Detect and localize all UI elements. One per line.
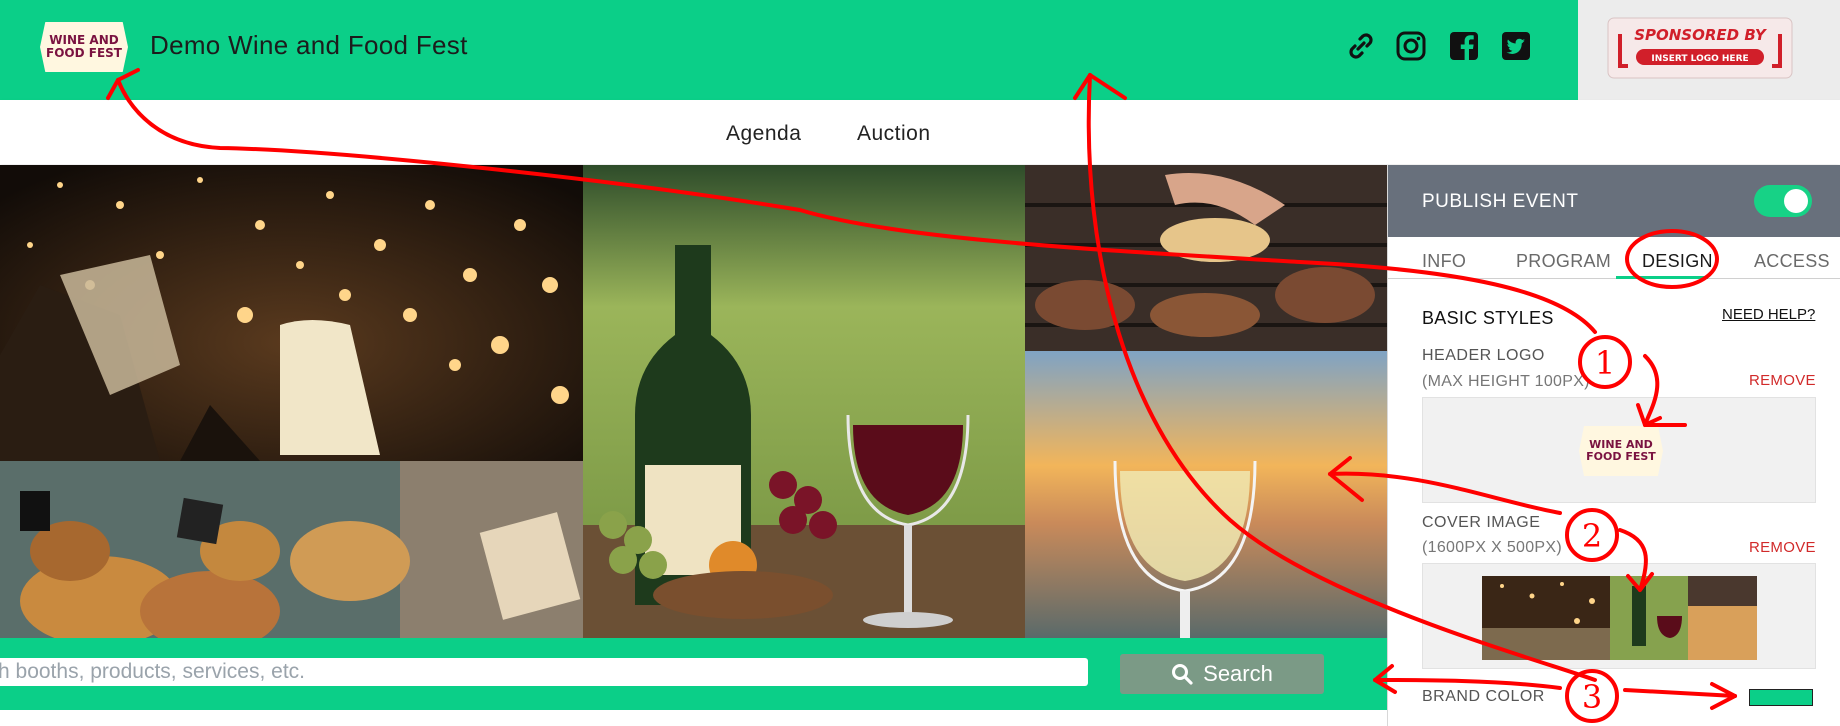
link-icon[interactable] bbox=[1345, 30, 1377, 62]
event-page: WINE AND FOOD FEST Demo Wine and Food Fe… bbox=[0, 0, 1840, 726]
tab-access[interactable]: ACCESS bbox=[1754, 251, 1830, 272]
brand-color-swatch[interactable] bbox=[1749, 689, 1813, 706]
search-input[interactable] bbox=[0, 658, 1088, 686]
lanterns-photo bbox=[0, 165, 583, 461]
tab-design[interactable]: DESIGN bbox=[1642, 251, 1713, 272]
header-logo-thumbnail: WINE AND FOOD FEST bbox=[1579, 426, 1663, 476]
header-logo-label: HEADER LOGO bbox=[1422, 347, 1545, 364]
design-panel: PUBLISH EVENT INFO PROGRAM DESIGN ACCESS… bbox=[1387, 165, 1840, 726]
search-icon bbox=[1172, 664, 1193, 685]
search-button-label: Search bbox=[1203, 661, 1273, 686]
twitter-icon[interactable] bbox=[1500, 30, 1532, 62]
panel-tabs: INFO PROGRAM DESIGN ACCESS bbox=[1388, 237, 1840, 279]
tab-info[interactable]: INFO bbox=[1422, 251, 1466, 272]
sponsor-text-bottom: INSERT LOGO HERE bbox=[1651, 54, 1748, 64]
event-title: Demo Wine and Food Fest bbox=[150, 30, 468, 60]
cover-image-label: COVER IMAGE bbox=[1422, 514, 1541, 531]
brand-color-label: BRAND COLOR bbox=[1422, 688, 1545, 705]
tab-program[interactable]: PROGRAM bbox=[1516, 251, 1611, 272]
need-help-link[interactable]: NEED HELP? bbox=[1722, 306, 1815, 323]
section-title: BASIC STYLES bbox=[1422, 308, 1554, 328]
search-button[interactable]: Search bbox=[1120, 654, 1324, 694]
logo-text-line2: FOOD FEST bbox=[46, 46, 122, 60]
event-logo[interactable]: WINE AND FOOD FEST bbox=[40, 22, 128, 72]
header-logo-preview[interactable]: WINE AND FOOD FEST bbox=[1422, 397, 1816, 503]
publish-label: PUBLISH EVENT bbox=[1422, 191, 1579, 212]
publish-toggle[interactable] bbox=[1754, 185, 1812, 217]
header-logo-hint: (MAX HEIGHT 100PX) bbox=[1422, 373, 1590, 390]
mini-logo-line2: FOOD FEST bbox=[1586, 450, 1656, 463]
cover-image-thumbnail bbox=[1482, 576, 1757, 660]
remove-header-logo-link[interactable]: REMOVE bbox=[1749, 372, 1816, 389]
cover-image-hint: (1600PX X 500PX) bbox=[1422, 539, 1562, 556]
sponsor-text-top: SPONSORED BY bbox=[1634, 26, 1768, 44]
facebook-icon[interactable] bbox=[1448, 30, 1480, 62]
nav-item-agenda[interactable]: Agenda bbox=[726, 122, 801, 146]
event-nav: Agenda Auction bbox=[0, 100, 1840, 164]
remove-cover-image-link[interactable]: REMOVE bbox=[1749, 539, 1816, 556]
cover-image bbox=[0, 165, 1387, 638]
publish-bar: PUBLISH EVENT bbox=[1388, 165, 1840, 237]
sponsor-area: SPONSORED BY INSERT LOGO HERE bbox=[1578, 0, 1840, 100]
burgers-photo bbox=[0, 461, 583, 638]
nav-item-auction[interactable]: Auction bbox=[857, 122, 931, 146]
toggle-knob bbox=[1784, 189, 1808, 213]
instagram-icon[interactable] bbox=[1395, 30, 1427, 62]
active-tab-indicator bbox=[1616, 276, 1708, 279]
cover-image-preview[interactable] bbox=[1422, 563, 1816, 669]
search-bar: Search bbox=[0, 638, 1387, 710]
wine-bottle-photo bbox=[583, 165, 1025, 638]
sunset-wine-photo bbox=[1025, 351, 1387, 638]
event-header: WINE AND FOOD FEST Demo Wine and Food Fe… bbox=[0, 0, 1578, 100]
grill-photo bbox=[1025, 165, 1387, 351]
sponsor-logo[interactable]: SPONSORED BY INSERT LOGO HERE bbox=[1606, 16, 1794, 80]
